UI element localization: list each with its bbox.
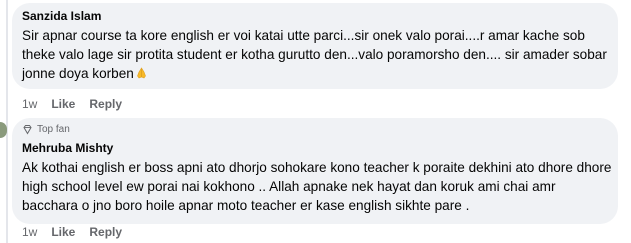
comment-timestamp[interactable]: 1w [22, 225, 37, 239]
comment-author[interactable]: Sanzida Islam [22, 9, 101, 23]
comment-author[interactable]: Mehruba Mishty [22, 141, 113, 155]
top-fan-label: Top fan [37, 124, 70, 135]
diamond-badge-icon [22, 124, 33, 135]
like-button[interactable]: Like [51, 97, 75, 111]
avatar[interactable] [0, 122, 7, 138]
comment-text: Sir apnar course ta kore english er voi … [22, 28, 607, 81]
folded-hands-emoji-icon [135, 65, 148, 79]
comment-text: Ak kothai english er boss apni ato dhorj… [22, 160, 612, 213]
reply-button[interactable]: Reply [89, 225, 122, 239]
comment: Sanzida Islam Sir apnar course ta kore e… [0, 0, 631, 118]
comment-text-block: Sir apnar course ta kore english er voi … [22, 26, 614, 83]
comment-bubble: Sanzida Islam Sir apnar course ta kore e… [12, 3, 618, 89]
comment-actions: 1w Like Reply [22, 97, 122, 111]
comment-actions: 1w Like Reply [22, 225, 122, 239]
top-fan-badge: Top fan [22, 124, 70, 135]
comment: Top fan Mehruba Mishty Ak kothai english… [0, 118, 631, 243]
reply-button[interactable]: Reply [89, 97, 122, 111]
like-button[interactable]: Like [51, 225, 75, 239]
comment-timestamp[interactable]: 1w [22, 97, 37, 111]
comment-bubble: Top fan Mehruba Mishty Ak kothai english… [12, 118, 618, 224]
